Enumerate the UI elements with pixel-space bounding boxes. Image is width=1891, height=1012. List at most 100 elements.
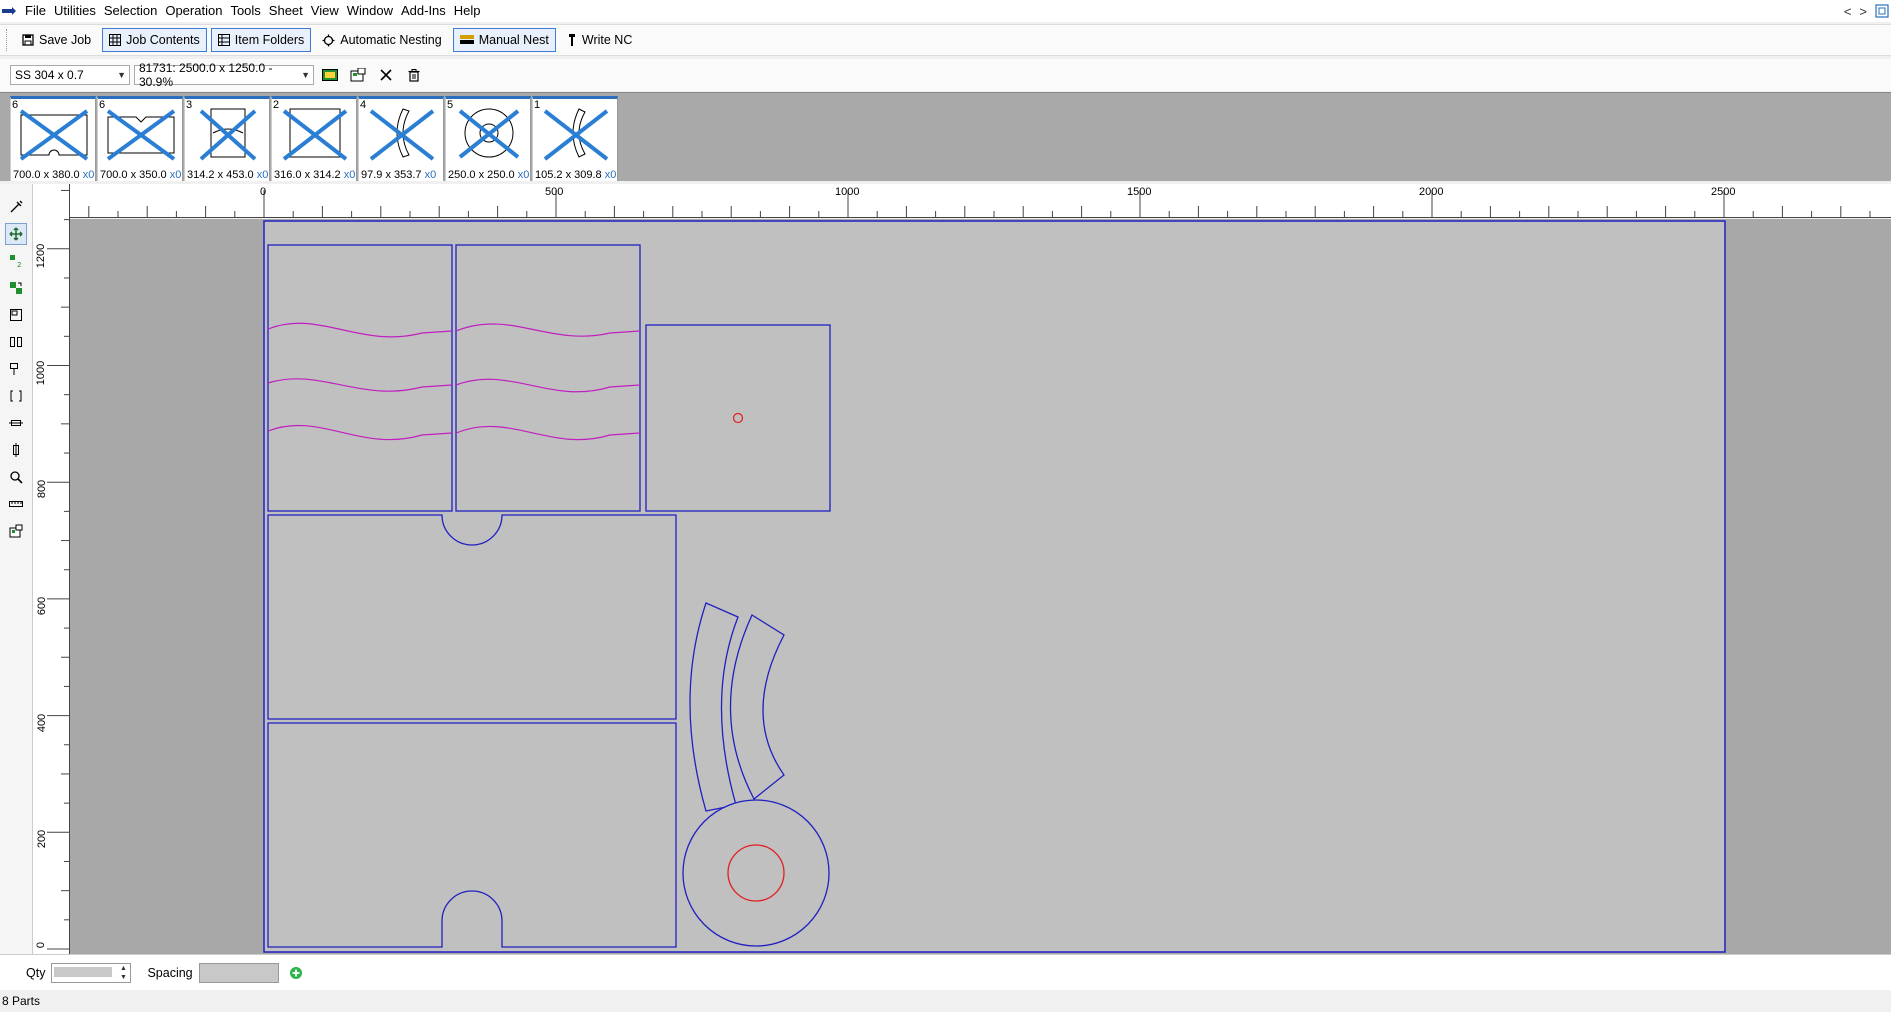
menu-view[interactable]: View (307, 0, 343, 22)
spacing-label: Spacing (147, 965, 193, 980)
material-select[interactable]: SS 304 x 0.7 ▼ (10, 65, 130, 85)
qty-stepper[interactable]: ▲ ▼ (51, 962, 132, 983)
ruler-y-label: 200 (36, 829, 49, 849)
sheet-properties-button[interactable] (346, 64, 370, 86)
close-icon (380, 69, 392, 81)
menu-window[interactable]: Window (343, 0, 397, 22)
part-thumbnail[interactable]: 6 700.0 x 380.0 x0 (10, 96, 96, 181)
menu-sheet[interactable]: Sheet (265, 0, 307, 22)
menu-file[interactable]: File (21, 0, 50, 22)
part-strip: 6 700.0 x 380.0 x0 6 700.0 x 350.0 x0 3 … (0, 92, 1891, 181)
ruler-y-label: 0 (35, 941, 48, 949)
part-dims: 250.0 x 250.0 x0 (448, 169, 530, 181)
chevron-down-icon: ▼ (117, 70, 126, 80)
menu-utilities[interactable]: Utilities (50, 0, 100, 22)
distance-h-tool-button[interactable] (5, 412, 27, 434)
window-restore-icon[interactable] (1875, 4, 1889, 18)
save-job-button[interactable]: Save Job (15, 28, 98, 52)
horizontal-ruler: 0 500 1000 1500 2000 2500 (70, 184, 1891, 218)
snap-tool-button[interactable] (5, 358, 27, 380)
menu-help[interactable]: Help (450, 0, 485, 22)
nav-next-button[interactable]: > (1859, 4, 1867, 19)
nav-prev-button[interactable]: < (1844, 4, 1852, 19)
manual-nest-button[interactable]: Manual Nest (452, 28, 556, 52)
qty-label: Qty (26, 965, 46, 980)
menu-operation[interactable]: Operation (161, 0, 226, 22)
write-nc-label: Write NC (581, 33, 633, 47)
nest-drawing[interactable] (70, 219, 1891, 954)
ruler-y-label: 400 (36, 713, 49, 733)
part-rect-vnotch-icon (106, 109, 176, 161)
rotate-tool-button[interactable] (5, 277, 27, 299)
select-tool-button[interactable] (5, 196, 27, 218)
toolbar-grip[interactable] (6, 29, 9, 51)
stepper-arrows-icon[interactable]: ▲ ▼ (117, 964, 129, 982)
manual-nest-label: Manual Nest (478, 33, 549, 47)
part-rect-top-notch[interactable] (267, 514, 677, 720)
clear-sheet-button[interactable] (402, 64, 426, 86)
nesting-canvas[interactable] (70, 219, 1891, 954)
ruler-y-label: 600 (36, 596, 49, 616)
part-dims: 314.2 x 453.0 x0 (187, 169, 269, 181)
menu-tools[interactable]: Tools (226, 0, 264, 22)
qty-value (54, 966, 113, 977)
spacing-input[interactable] (198, 962, 279, 983)
part-rect-hole-icon (199, 108, 257, 161)
sequence-icon: 2 (10, 255, 21, 268)
measure-tool-button[interactable] (5, 493, 27, 515)
part-panel-2[interactable] (455, 244, 641, 512)
part-qty: 2 (273, 99, 280, 111)
part-thumbnail[interactable]: 6 700.0 x 350.0 x0 (97, 96, 183, 181)
distance-v-tool-button[interactable] (5, 439, 27, 461)
align-tool-button[interactable] (5, 304, 27, 326)
part-ring-icon (458, 108, 520, 159)
part-dims: 105.2 x 309.8 x0 (535, 169, 617, 181)
ruler-x-label: 500 (545, 186, 564, 198)
ruler-x-label: 0 (260, 186, 267, 198)
part-thumbnail[interactable]: 5 250.0 x 250.0 x0 (445, 96, 531, 181)
part-thumbnail[interactable]: 2 316.0 x 314.2 x0 (271, 96, 357, 181)
mirror-tool-button[interactable] (5, 331, 27, 353)
bracket-tool-button[interactable] (5, 385, 27, 407)
calendar-icon (9, 524, 23, 538)
part-square[interactable] (645, 324, 831, 512)
sheet-image-icon (322, 69, 338, 81)
part-thumbnail[interactable]: 4 97.9 x 353.7 x0 (358, 96, 444, 181)
write-nc-button[interactable]: Write NC (560, 28, 639, 52)
menu-bar: File Utilities Selection Operation Tools… (0, 0, 1891, 22)
properties-tool-button[interactable] (5, 520, 27, 542)
sheet-color-button[interactable] (318, 64, 342, 86)
svg-text:2: 2 (17, 261, 21, 268)
save-job-label: Save Job (39, 33, 92, 47)
part-rect-notch-icon (19, 109, 89, 161)
automatic-nesting-button[interactable]: Automatic Nesting (315, 28, 448, 52)
ruler-x-label: 1500 (1127, 186, 1152, 198)
part-square-icon (282, 108, 348, 161)
save-icon (22, 34, 34, 46)
job-contents-label: Job Contents (126, 33, 200, 47)
job-contents-button[interactable]: Job Contents (102, 28, 207, 52)
part-thumbnail[interactable]: 1 105.2 x 309.8 x0 (532, 96, 618, 181)
snap-icon (10, 363, 18, 375)
move-tool-button[interactable] (5, 223, 27, 245)
zoom-tool-button[interactable] (5, 466, 27, 488)
part-thumbnail[interactable]: 3 314.2 x 453.0 x0 (184, 96, 270, 181)
sheet-select[interactable]: 81731: 2500.0 x 1250.0 - 30.9% ▼ (134, 61, 314, 89)
add-icon[interactable] (289, 966, 303, 980)
app-icon (2, 7, 16, 15)
sheet-value: 81731: 2500.0 x 1250.0 - 30.9% (139, 61, 273, 89)
item-folders-button[interactable]: Item Folders (210, 28, 312, 52)
part-ring[interactable] (682, 799, 830, 947)
menu-add-ins[interactable]: Add-Ins (397, 0, 450, 22)
menu-selection[interactable]: Selection (100, 0, 161, 22)
grid-icon (109, 34, 122, 46)
part-dims: 700.0 x 350.0 x0 (100, 169, 182, 181)
nest-options-bar: Qty ▲ ▼ Spacing (0, 954, 1891, 990)
part-qty: 4 (360, 99, 367, 111)
bracket-icon (10, 390, 22, 402)
wand-icon (10, 200, 23, 213)
order-tool-button[interactable]: 2 (5, 250, 27, 272)
part-panel-1[interactable] (267, 244, 453, 512)
delete-sheet-button[interactable] (374, 64, 398, 86)
ruler-x-label: 2000 (1419, 186, 1444, 198)
